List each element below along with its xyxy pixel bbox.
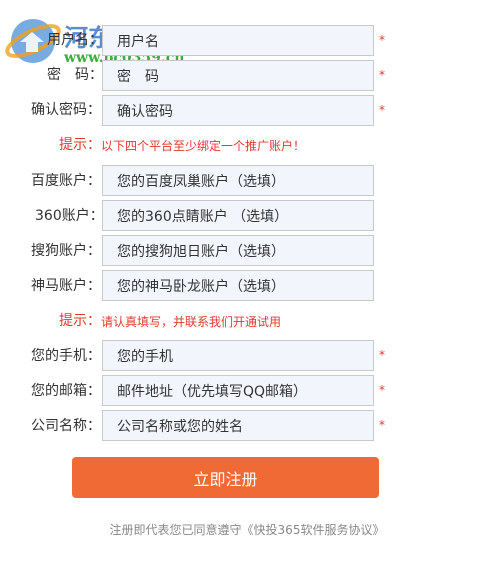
confirm-password-input[interactable]: 确认密码 bbox=[102, 95, 374, 126]
shenma-account-label: 神马账户： bbox=[31, 278, 101, 294]
shenma-account-input[interactable]: 您的神马卧龙账户（选填） bbox=[102, 270, 374, 301]
username-label: 用户名： bbox=[47, 32, 103, 48]
company-name-label: 公司名称： bbox=[31, 418, 101, 434]
email-label: 您的邮箱： bbox=[31, 383, 101, 399]
baidu-account-input[interactable]: 您的百度凤巢账户（选填） bbox=[102, 165, 374, 196]
required-mark: * bbox=[379, 68, 385, 82]
required-mark: * bbox=[379, 383, 385, 397]
hint-label: 提示： bbox=[59, 137, 101, 153]
required-mark: * bbox=[379, 33, 385, 47]
hint-text: 以下四个平台至少绑定一个推广账户！ bbox=[101, 139, 306, 153]
account-360-label: 360账户： bbox=[35, 208, 104, 224]
baidu-account-label: 百度账户： bbox=[31, 173, 101, 189]
password-label: 密 码： bbox=[47, 67, 103, 83]
hint-text: 请认真填写，并联系我们开通试用 bbox=[101, 315, 282, 329]
required-mark: * bbox=[379, 418, 385, 432]
password-input[interactable]: 密 码 bbox=[102, 60, 374, 91]
sogou-account-input[interactable]: 您的搜狗旭日账户（选填） bbox=[102, 235, 374, 266]
sogou-account-label: 搜狗账户： bbox=[31, 243, 101, 259]
agreement-text: 注册即代表您已同意遵守《快投365软件服务协议》 bbox=[109, 523, 385, 537]
confirm-password-label: 确认密码： bbox=[31, 102, 101, 118]
required-mark: * bbox=[379, 103, 385, 117]
register-button[interactable]: 立即注册 bbox=[72, 457, 379, 498]
account-360-input[interactable]: 您的360点睛账户 （选填） bbox=[102, 200, 374, 231]
phone-input[interactable]: 您的手机 bbox=[102, 340, 374, 371]
required-mark: * bbox=[379, 348, 385, 362]
company-name-input[interactable]: 公司名称或您的姓名 bbox=[102, 410, 374, 441]
email-input[interactable]: 邮件地址（优先填写QQ邮箱） bbox=[102, 375, 374, 406]
username-input[interactable]: 用户名 bbox=[102, 25, 374, 56]
phone-label: 您的手机： bbox=[31, 348, 101, 364]
hint-label: 提示： bbox=[59, 313, 101, 329]
